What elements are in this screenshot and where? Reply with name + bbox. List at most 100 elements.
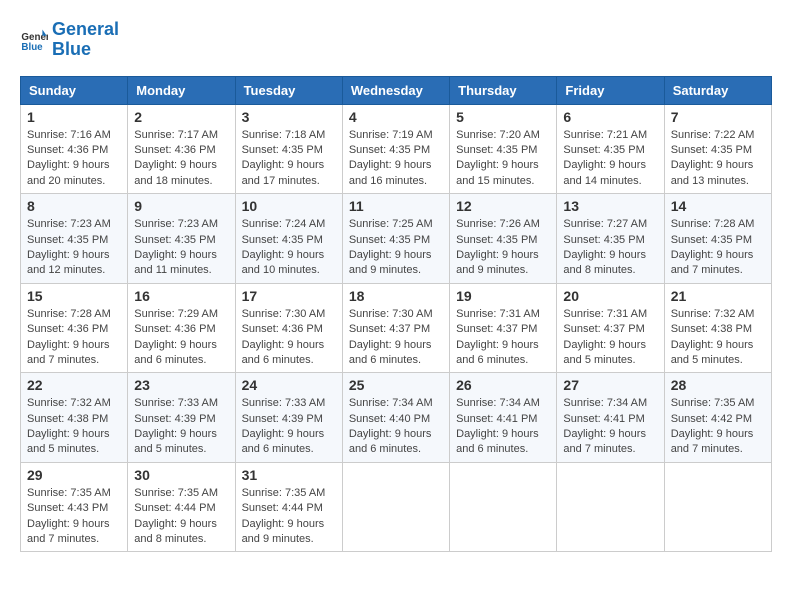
column-header-wednesday: Wednesday <box>342 76 449 104</box>
sunrise-label: Sunrise: 7:27 AM <box>563 218 647 230</box>
daylight-label: Daylight: 9 hours and 14 minutes. <box>563 159 646 186</box>
calendar-day-28: 28 Sunrise: 7:35 AM Sunset: 4:42 PM Dayl… <box>664 373 771 463</box>
sunset-label: Sunset: 4:35 PM <box>27 234 108 246</box>
logo-icon: General Blue <box>20 26 48 54</box>
daylight-label: Daylight: 9 hours and 15 minutes. <box>456 159 539 186</box>
calendar-day-20: 20 Sunrise: 7:31 AM Sunset: 4:37 PM Dayl… <box>557 283 664 373</box>
sunset-label: Sunset: 4:37 PM <box>563 323 644 335</box>
daylight-label: Daylight: 9 hours and 7 minutes. <box>563 428 646 455</box>
calendar-week-1: 1 Sunrise: 7:16 AM Sunset: 4:36 PM Dayli… <box>21 104 772 194</box>
calendar-day-25: 25 Sunrise: 7:34 AM Sunset: 4:40 PM Dayl… <box>342 373 449 463</box>
calendar-day-18: 18 Sunrise: 7:30 AM Sunset: 4:37 PM Dayl… <box>342 283 449 373</box>
calendar-day-16: 16 Sunrise: 7:29 AM Sunset: 4:36 PM Dayl… <box>128 283 235 373</box>
daylight-label: Daylight: 9 hours and 9 minutes. <box>456 249 539 276</box>
calendar-day-15: 15 Sunrise: 7:28 AM Sunset: 4:36 PM Dayl… <box>21 283 128 373</box>
daylight-label: Daylight: 9 hours and 10 minutes. <box>242 249 325 276</box>
calendar-day-17: 17 Sunrise: 7:30 AM Sunset: 4:36 PM Dayl… <box>235 283 342 373</box>
calendar-day-6: 6 Sunrise: 7:21 AM Sunset: 4:35 PM Dayli… <box>557 104 664 194</box>
day-info: Sunrise: 7:34 AM Sunset: 4:41 PM Dayligh… <box>456 396 550 458</box>
daylight-label: Daylight: 9 hours and 5 minutes. <box>671 339 754 366</box>
sunset-label: Sunset: 4:35 PM <box>134 234 215 246</box>
daylight-label: Daylight: 9 hours and 18 minutes. <box>134 159 217 186</box>
calendar-day-29: 29 Sunrise: 7:35 AM Sunset: 4:43 PM Dayl… <box>21 462 128 552</box>
day-info: Sunrise: 7:34 AM Sunset: 4:41 PM Dayligh… <box>563 396 657 458</box>
day-info: Sunrise: 7:34 AM Sunset: 4:40 PM Dayligh… <box>349 396 443 458</box>
day-info: Sunrise: 7:23 AM Sunset: 4:35 PM Dayligh… <box>134 217 228 279</box>
day-info: Sunrise: 7:35 AM Sunset: 4:42 PM Dayligh… <box>671 396 765 458</box>
day-info: Sunrise: 7:31 AM Sunset: 4:37 PM Dayligh… <box>456 307 550 369</box>
daylight-label: Daylight: 9 hours and 8 minutes. <box>134 518 217 545</box>
calendar-day-14: 14 Sunrise: 7:28 AM Sunset: 4:35 PM Dayl… <box>664 194 771 284</box>
calendar-day-23: 23 Sunrise: 7:33 AM Sunset: 4:39 PM Dayl… <box>128 373 235 463</box>
calendar-day-3: 3 Sunrise: 7:18 AM Sunset: 4:35 PM Dayli… <box>235 104 342 194</box>
svg-text:Blue: Blue <box>21 42 43 53</box>
day-number: 3 <box>242 109 336 125</box>
sunset-label: Sunset: 4:35 PM <box>563 144 644 156</box>
day-number: 14 <box>671 198 765 214</box>
day-info: Sunrise: 7:25 AM Sunset: 4:35 PM Dayligh… <box>349 217 443 279</box>
calendar-week-3: 15 Sunrise: 7:28 AM Sunset: 4:36 PM Dayl… <box>21 283 772 373</box>
sunrise-label: Sunrise: 7:19 AM <box>349 129 433 141</box>
sunset-label: Sunset: 4:38 PM <box>671 323 752 335</box>
day-info: Sunrise: 7:19 AM Sunset: 4:35 PM Dayligh… <box>349 128 443 190</box>
sunset-label: Sunset: 4:35 PM <box>671 234 752 246</box>
sunset-label: Sunset: 4:41 PM <box>456 413 537 425</box>
column-header-monday: Monday <box>128 76 235 104</box>
calendar-week-4: 22 Sunrise: 7:32 AM Sunset: 4:38 PM Dayl… <box>21 373 772 463</box>
day-info: Sunrise: 7:28 AM Sunset: 4:36 PM Dayligh… <box>27 307 121 369</box>
sunset-label: Sunset: 4:41 PM <box>563 413 644 425</box>
daylight-label: Daylight: 9 hours and 7 minutes. <box>671 249 754 276</box>
daylight-label: Daylight: 9 hours and 8 minutes. <box>563 249 646 276</box>
sunset-label: Sunset: 4:39 PM <box>134 413 215 425</box>
daylight-label: Daylight: 9 hours and 20 minutes. <box>27 159 110 186</box>
daylight-label: Daylight: 9 hours and 11 minutes. <box>134 249 217 276</box>
sunset-label: Sunset: 4:35 PM <box>671 144 752 156</box>
calendar-week-2: 8 Sunrise: 7:23 AM Sunset: 4:35 PM Dayli… <box>21 194 772 284</box>
day-number: 15 <box>27 288 121 304</box>
sunset-label: Sunset: 4:43 PM <box>27 502 108 514</box>
empty-cell <box>342 462 449 552</box>
sunrise-label: Sunrise: 7:30 AM <box>349 308 433 320</box>
day-number: 29 <box>27 467 121 483</box>
sunrise-label: Sunrise: 7:24 AM <box>242 218 326 230</box>
calendar-week-5: 29 Sunrise: 7:35 AM Sunset: 4:43 PM Dayl… <box>21 462 772 552</box>
day-number: 10 <box>242 198 336 214</box>
sunset-label: Sunset: 4:37 PM <box>349 323 430 335</box>
sunrise-label: Sunrise: 7:28 AM <box>671 218 755 230</box>
calendar-table: SundayMondayTuesdayWednesdayThursdayFrid… <box>20 76 772 553</box>
calendar-day-2: 2 Sunrise: 7:17 AM Sunset: 4:36 PM Dayli… <box>128 104 235 194</box>
day-number: 23 <box>134 377 228 393</box>
sunrise-label: Sunrise: 7:28 AM <box>27 308 111 320</box>
day-number: 11 <box>349 198 443 214</box>
column-header-thursday: Thursday <box>450 76 557 104</box>
sunset-label: Sunset: 4:35 PM <box>349 234 430 246</box>
daylight-label: Daylight: 9 hours and 7 minutes. <box>671 428 754 455</box>
calendar-day-31: 31 Sunrise: 7:35 AM Sunset: 4:44 PM Dayl… <box>235 462 342 552</box>
day-number: 2 <box>134 109 228 125</box>
day-info: Sunrise: 7:18 AM Sunset: 4:35 PM Dayligh… <box>242 128 336 190</box>
daylight-label: Daylight: 9 hours and 6 minutes. <box>242 339 325 366</box>
sunrise-label: Sunrise: 7:32 AM <box>27 397 111 409</box>
logo-text: GeneralBlue <box>52 20 119 60</box>
daylight-label: Daylight: 9 hours and 6 minutes. <box>349 339 432 366</box>
day-number: 28 <box>671 377 765 393</box>
day-info: Sunrise: 7:29 AM Sunset: 4:36 PM Dayligh… <box>134 307 228 369</box>
daylight-label: Daylight: 9 hours and 7 minutes. <box>27 339 110 366</box>
calendar-day-19: 19 Sunrise: 7:31 AM Sunset: 4:37 PM Dayl… <box>450 283 557 373</box>
day-number: 25 <box>349 377 443 393</box>
day-info: Sunrise: 7:28 AM Sunset: 4:35 PM Dayligh… <box>671 217 765 279</box>
calendar-day-8: 8 Sunrise: 7:23 AM Sunset: 4:35 PM Dayli… <box>21 194 128 284</box>
day-number: 16 <box>134 288 228 304</box>
day-info: Sunrise: 7:17 AM Sunset: 4:36 PM Dayligh… <box>134 128 228 190</box>
day-number: 30 <box>134 467 228 483</box>
calendar-day-7: 7 Sunrise: 7:22 AM Sunset: 4:35 PM Dayli… <box>664 104 771 194</box>
calendar-day-11: 11 Sunrise: 7:25 AM Sunset: 4:35 PM Dayl… <box>342 194 449 284</box>
day-number: 19 <box>456 288 550 304</box>
daylight-label: Daylight: 9 hours and 6 minutes. <box>134 339 217 366</box>
sunrise-label: Sunrise: 7:29 AM <box>134 308 218 320</box>
day-number: 20 <box>563 288 657 304</box>
day-info: Sunrise: 7:33 AM Sunset: 4:39 PM Dayligh… <box>242 396 336 458</box>
day-info: Sunrise: 7:16 AM Sunset: 4:36 PM Dayligh… <box>27 128 121 190</box>
day-info: Sunrise: 7:20 AM Sunset: 4:35 PM Dayligh… <box>456 128 550 190</box>
day-info: Sunrise: 7:33 AM Sunset: 4:39 PM Dayligh… <box>134 396 228 458</box>
